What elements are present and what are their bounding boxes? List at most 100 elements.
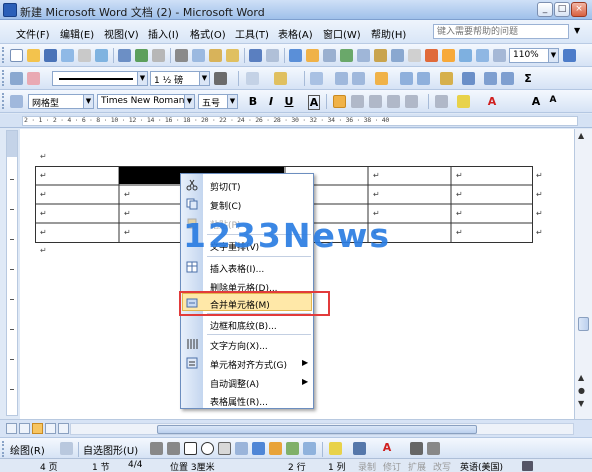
chevron-down-icon[interactable]: ▼: [548, 49, 558, 62]
chevron-down-icon[interactable]: ▼: [137, 72, 147, 85]
paste-icon[interactable]: [209, 49, 222, 62]
horizontal-ruler[interactable]: 2 · 1 · 2 · 4 · 6 · 8 · 10 · 12 · 14 · 1…: [0, 114, 592, 128]
align-center-icon[interactable]: [351, 95, 364, 108]
wordart-icon[interactable]: [252, 442, 265, 455]
minimize-button[interactable]: _: [537, 2, 553, 17]
table-autoformat-icon[interactable]: [440, 72, 453, 85]
insert-table-menu-icon[interactable]: [310, 72, 323, 85]
arrow-tool-icon[interactable]: [167, 442, 180, 455]
open-folder-icon[interactable]: [27, 49, 40, 62]
print-icon[interactable]: [78, 49, 91, 62]
line-tool-icon[interactable]: [150, 442, 163, 455]
word-app-icon[interactable]: [3, 3, 17, 17]
reading-view-icon[interactable]: [58, 423, 69, 434]
menu-tools[interactable]: 工具(T): [235, 26, 269, 41]
styles-icon[interactable]: [10, 95, 23, 108]
tables-borders-icon[interactable]: [306, 49, 319, 62]
maximize-button[interactable]: □: [554, 2, 570, 17]
save-icon[interactable]: [44, 49, 57, 62]
new-document-icon[interactable]: [10, 49, 23, 62]
status-record[interactable]: 录制: [358, 460, 376, 472]
toolbar-grip[interactable]: [2, 47, 5, 63]
print-layout-view-icon[interactable]: [32, 423, 43, 434]
fill-color-icon[interactable]: [329, 442, 342, 455]
align-left-icon[interactable]: [333, 95, 346, 108]
previous-page-icon[interactable]: ▲: [578, 373, 584, 382]
zoom-select[interactable]: 110% ▼: [509, 48, 559, 63]
print-preview-icon[interactable]: [95, 49, 108, 62]
status-track[interactable]: 修订: [383, 460, 401, 472]
chevron-down-icon[interactable]: ▼: [199, 72, 209, 85]
autoshapes-menu[interactable]: 自选图形(U): [83, 442, 138, 457]
dash-style-icon[interactable]: [427, 442, 440, 455]
border-icon[interactable]: [246, 72, 259, 85]
line-weight-select[interactable]: 1 ½ 磅 ▼: [150, 71, 210, 86]
help-search-input[interactable]: [433, 24, 569, 39]
justify-icon[interactable]: [387, 95, 400, 108]
change-text-direction-icon[interactable]: [462, 72, 475, 85]
horizontal-scrollbar[interactable]: [70, 423, 574, 435]
menu-window[interactable]: 窗口(W): [323, 26, 361, 41]
research-icon[interactable]: [118, 49, 131, 62]
draw-table-icon[interactable]: [10, 72, 23, 85]
clipart-icon[interactable]: [286, 442, 299, 455]
numbering-icon[interactable]: [435, 95, 448, 108]
shrink-font-icon[interactable]: A: [547, 95, 559, 105]
undo-icon[interactable]: [249, 49, 262, 62]
bold-icon[interactable]: B: [247, 95, 259, 108]
vertical-textbox-icon[interactable]: [235, 442, 248, 455]
redo-icon[interactable]: [266, 49, 279, 62]
font-name-select[interactable]: Times New Roman ▼: [97, 94, 195, 109]
border-color-icon[interactable]: [214, 72, 227, 85]
distribute-columns-icon[interactable]: [417, 72, 430, 85]
oval-tool-icon[interactable]: [201, 442, 214, 455]
toolbar-grip[interactable]: [2, 70, 5, 86]
columns-icon[interactable]: [357, 49, 370, 62]
menu-file[interactable]: 文件(F): [16, 26, 50, 41]
vertical-ruler[interactable]: [6, 130, 18, 416]
outline-view-icon[interactable]: [45, 423, 56, 434]
spelling-status-icon[interactable]: [522, 461, 533, 471]
web-layout-icon[interactable]: [19, 423, 30, 434]
toolbar-grip[interactable]: [2, 441, 5, 457]
character-border-icon[interactable]: A: [308, 95, 320, 110]
diagram-icon[interactable]: [269, 442, 282, 455]
line-color-icon[interactable]: [353, 442, 366, 455]
next-page-icon[interactable]: ▼: [578, 399, 584, 408]
copy-icon[interactable]: [192, 49, 205, 62]
picture-icon[interactable]: [303, 442, 316, 455]
insert-table-icon[interactable]: [323, 49, 336, 62]
format-painter-icon[interactable]: [226, 49, 239, 62]
horizontal-scroll-thumb[interactable]: [157, 425, 477, 434]
menu-item-borders-shading[interactable]: 边框和底纹(B)...: [181, 315, 313, 334]
chevron-down-icon[interactable]: ▼: [83, 95, 93, 108]
menu-edit[interactable]: 编辑(E): [60, 26, 94, 41]
style-select[interactable]: 网格型 ▼: [28, 94, 94, 109]
merge-cells-icon[interactable]: [335, 72, 348, 85]
chevron-down-icon[interactable]: ▼: [184, 95, 194, 108]
scroll-up-icon[interactable]: ▲: [578, 131, 584, 140]
spelling-icon[interactable]: [135, 49, 148, 62]
eraser-icon[interactable]: [27, 72, 40, 85]
menu-format[interactable]: 格式(O): [190, 26, 226, 41]
menu-insert[interactable]: 插入(I): [148, 26, 179, 41]
drawing-icon[interactable]: [374, 49, 387, 62]
hyperlink-icon[interactable]: [289, 49, 302, 62]
italic-icon[interactable]: I: [265, 95, 277, 108]
normal-view-icon[interactable]: [6, 423, 17, 434]
chevron-down-icon[interactable]: ▼: [227, 95, 237, 108]
menu-table[interactable]: 表格(A): [278, 26, 313, 41]
menu-item-text-direction[interactable]: 文字方向(X)...: [181, 335, 313, 354]
line-style-icon[interactable]: [410, 442, 423, 455]
align-right-icon[interactable]: [369, 95, 382, 108]
split-cells-icon[interactable]: [352, 72, 365, 85]
underline-icon[interactable]: U: [283, 95, 295, 108]
close-button[interactable]: ×: [571, 2, 587, 17]
font-size-select[interactable]: 五号 ▼: [198, 94, 238, 109]
autosum-icon[interactable]: Σ: [522, 72, 534, 85]
textbox-icon[interactable]: [218, 442, 231, 455]
cut-icon[interactable]: [175, 49, 188, 62]
menu-item-copy[interactable]: 复制(C): [181, 195, 313, 214]
sort-descending-icon[interactable]: [501, 72, 514, 85]
select-objects-icon[interactable]: [60, 442, 73, 455]
